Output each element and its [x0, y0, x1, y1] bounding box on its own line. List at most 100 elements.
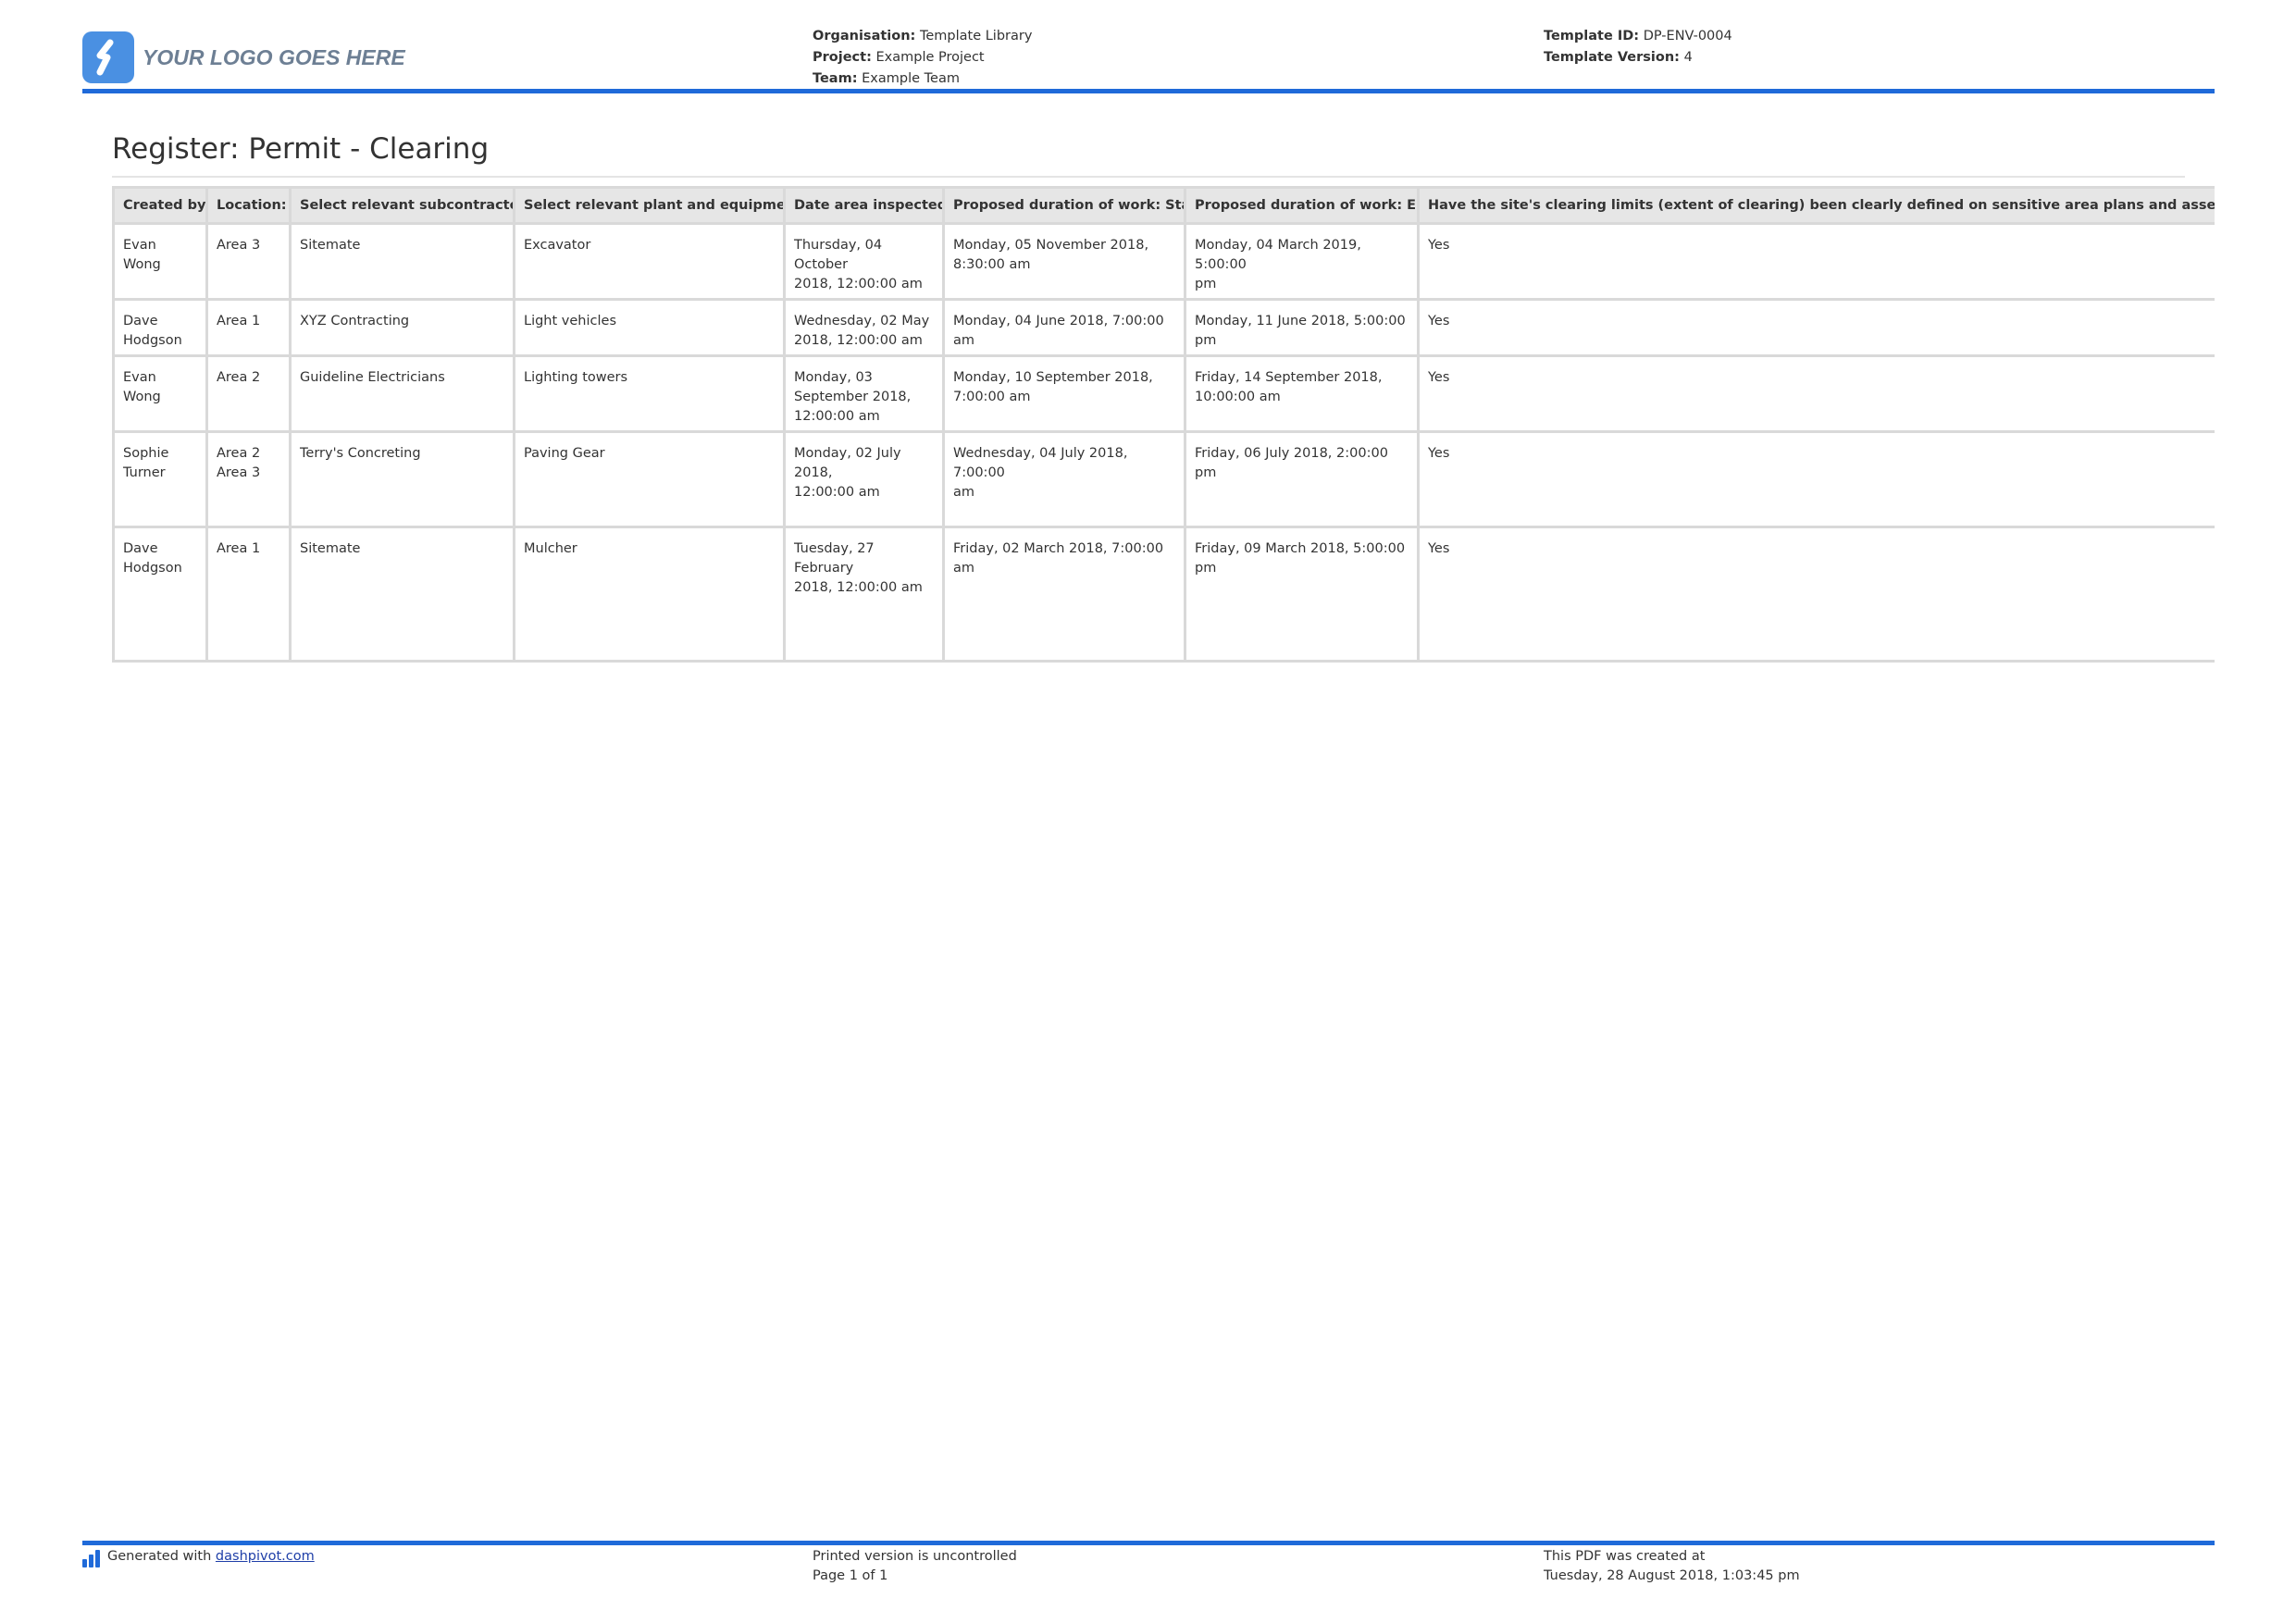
created-label: This PDF was created at — [1544, 1549, 1706, 1564]
cell-line: Hodgson — [123, 561, 182, 576]
subcontractor-cell: Terry's Concreting — [289, 430, 515, 528]
cell-line: 2018, 12:00:00 am — [794, 580, 923, 595]
column-header[interactable]: Have the site's clearing limits (extent … — [1417, 186, 2215, 225]
cell-line: 12:00:00 am — [794, 409, 880, 424]
cell-line: Area 3 — [217, 238, 261, 253]
footer-created-info: This PDF was created at Tuesday, 28 Augu… — [1544, 1547, 1800, 1586]
column-header[interactable]: Proposed duration of work: End — [1184, 186, 1420, 225]
start-cell: Wednesday, 04 July 2018, 7:00:00 am — [942, 430, 1186, 528]
project-label: Project: — [813, 50, 872, 65]
cell-line: Friday, 09 March 2018, 5:00:00 pm — [1195, 541, 1406, 576]
team-value: Example Team — [862, 71, 960, 86]
subcontractor-cell: Sitemate — [289, 222, 515, 301]
title-divider — [112, 176, 2185, 178]
column-header[interactable]: Select relevant plant and equipment: — [513, 186, 786, 225]
cell-line: Dave — [123, 541, 158, 556]
limits-defined-cell: Yes — [1417, 526, 2215, 663]
template-version-label: Template Version: — [1544, 50, 1680, 65]
cell-line: Monday, 04 June 2018, 7:00:00 am — [953, 314, 1164, 348]
subcontractor-cell: XYZ Contracting — [289, 298, 515, 357]
created-by-cell: Sophie Turner — [112, 430, 208, 528]
cell-line: Tuesday, 27 February — [794, 541, 875, 576]
footer-print-info: Printed version is uncontrolled Page 1 o… — [813, 1547, 1017, 1586]
date-inspected-cell: Wednesday, 02 May 2018, 12:00:00 am — [783, 298, 945, 357]
team-label: Team: — [813, 71, 858, 86]
organisation-value: Template Library — [919, 29, 1033, 43]
location-cell: Area 2 Area 3 — [205, 430, 292, 528]
start-cell: Friday, 02 March 2018, 7:00:00 am — [942, 526, 1186, 663]
document-page: YOUR LOGO GOES HERE Organisation: Templa… — [0, 0, 2296, 1623]
dashpivot-link[interactable]: dashpivot.com — [216, 1547, 315, 1567]
cell-line: Dave — [123, 314, 158, 328]
subcontractor-cell: Sitemate — [289, 526, 515, 663]
cell-line: Evan Wong — [123, 238, 161, 272]
cell-line: 2018, 12:00:00 am — [794, 277, 923, 291]
cell-line: Monday, 05 November 2018, — [953, 238, 1149, 253]
cell-line: 2018, 12:00:00 am — [794, 333, 923, 348]
team-line: Team: Example Team — [813, 68, 1032, 90]
cell-line: Wednesday, 04 July 2018, 7:00:00 — [953, 446, 1128, 480]
column-header[interactable]: Proposed duration of work: Start — [942, 186, 1186, 225]
cell-line: Wednesday, 02 May — [794, 314, 930, 328]
column-header[interactable]: Date area inspected: — [783, 186, 945, 225]
table-row[interactable]: Evan Wong Area 2 Guideline Electricians … — [112, 354, 2215, 433]
date-inspected-cell: Monday, 02 July 2018, 12:00:00 am — [783, 430, 945, 528]
end-cell: Friday, 14 September 2018, 10:00:00 am — [1184, 354, 1420, 433]
cell-line: 8:30:00 am — [953, 257, 1031, 272]
logo-text: YOUR LOGO GOES HERE — [143, 44, 405, 69]
created-by-cell: Dave Hodgson — [112, 526, 208, 663]
page-header: YOUR LOGO GOES HERE Organisation: Templa… — [82, 26, 2215, 91]
plant-cell: Excavator — [513, 222, 786, 301]
end-cell: Friday, 06 July 2018, 2:00:00 pm — [1184, 430, 1420, 528]
footer-divider — [82, 1541, 2215, 1545]
start-cell: Monday, 10 September 2018, 7:00:00 am — [942, 354, 1186, 433]
created-timestamp: Tuesday, 28 August 2018, 1:03:45 pm — [1544, 1568, 1800, 1583]
page-title: Register: Permit - Clearing — [112, 132, 490, 166]
register-table: Created by Location: Select relevant sub… — [112, 186, 2215, 663]
cell-line: Area 3 — [217, 465, 261, 480]
start-cell: Monday, 05 November 2018, 8:30:00 am — [942, 222, 1186, 301]
cell-line: Monday, 11 June 2018, 5:00:00 pm — [1195, 314, 1406, 348]
column-header[interactable]: Created by — [112, 186, 208, 225]
template-id-label: Template ID: — [1544, 29, 1640, 43]
cell-line: Area 2 — [217, 370, 261, 385]
cell-line: 10:00:00 am — [1195, 390, 1281, 404]
cell-line: Friday, 14 September 2018, — [1195, 370, 1383, 385]
start-cell: Monday, 04 June 2018, 7:00:00 am — [942, 298, 1186, 357]
plant-cell: Lighting towers — [513, 354, 786, 433]
cell-line: pm — [1195, 277, 1217, 291]
limits-defined-cell: Yes — [1417, 354, 2215, 433]
end-cell: Monday, 11 June 2018, 5:00:00 pm — [1184, 298, 1420, 357]
table-row[interactable]: Sophie Turner Area 2 Area 3 Terry's Conc… — [112, 430, 2215, 528]
header-meta-organisation: Organisation: Template Library Project: … — [813, 26, 1032, 90]
company-logo: YOUR LOGO GOES HERE — [82, 31, 405, 83]
cell-line: Evan Wong — [123, 370, 161, 404]
table-header-row: Created by Location: Select relevant sub… — [112, 186, 2215, 225]
date-inspected-cell: Thursday, 04 October 2018, 12:00:00 am — [783, 222, 945, 301]
footer-generated: Generated with dashpivot.com — [82, 1547, 315, 1567]
column-header[interactable]: Select relevant subcontractor: — [289, 186, 515, 225]
template-id-value: DP-ENV-0004 — [1643, 29, 1732, 43]
organisation-label: Organisation: — [813, 29, 916, 43]
register-table-container: Created by Location: Select relevant sub… — [112, 186, 2215, 663]
plant-cell: Paving Gear — [513, 430, 786, 528]
organisation-line: Organisation: Template Library — [813, 26, 1032, 47]
location-cell: Area 3 — [205, 222, 292, 301]
table-row[interactable]: Evan Wong Area 3 Sitemate Excavator Thur… — [112, 222, 2215, 301]
limits-defined-cell: Yes — [1417, 430, 2215, 528]
column-header[interactable]: Location: — [205, 186, 292, 225]
template-version-line: Template Version: 4 — [1544, 47, 1732, 68]
table-row[interactable]: Dave Hodgson Area 1 Sitemate Mulcher Tue… — [112, 526, 2215, 663]
cell-line: Area 1 — [217, 541, 261, 556]
location-cell: Area 1 — [205, 298, 292, 357]
cell-line: Monday, 04 March 2019, 5:00:00 — [1195, 238, 1361, 272]
dashpivot-logo-icon — [82, 31, 134, 83]
limits-defined-cell: Yes — [1417, 222, 2215, 301]
date-inspected-cell: Tuesday, 27 February 2018, 12:00:00 am — [783, 526, 945, 663]
table-row[interactable]: Dave Hodgson Area 1 XYZ Contracting Ligh… — [112, 298, 2215, 357]
created-by-cell: Dave Hodgson — [112, 298, 208, 357]
limits-defined-cell: Yes — [1417, 298, 2215, 357]
created-by-cell: Evan Wong — [112, 222, 208, 301]
cell-line: Thursday, 04 October — [794, 238, 883, 272]
cell-line: Friday, 06 July 2018, 2:00:00 pm — [1195, 446, 1388, 480]
